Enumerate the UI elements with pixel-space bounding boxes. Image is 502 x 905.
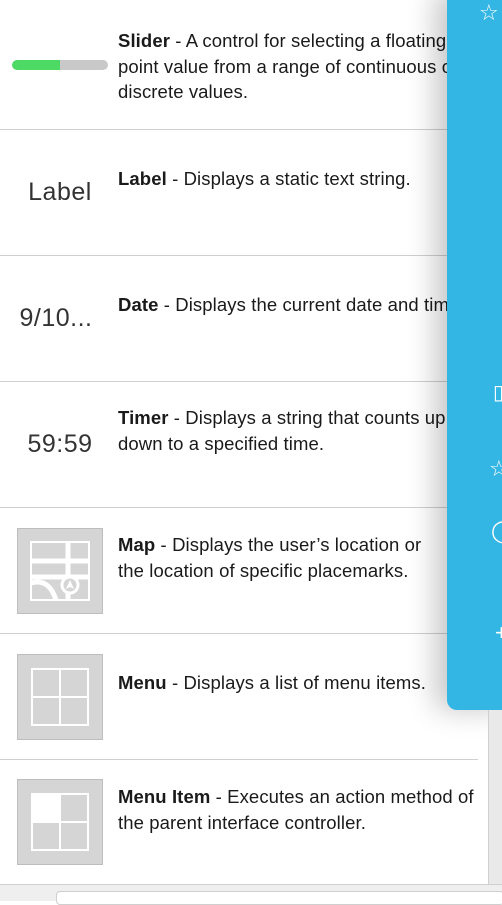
item-title: Menu Item xyxy=(118,786,211,807)
side-panel[interactable]: ☆ ▯ ☆ ◯ + xyxy=(447,0,502,710)
item-summary: Displays a static text string. xyxy=(183,168,411,189)
item-description: Menu - Displays a list of menu items. xyxy=(118,672,427,693)
item-title: Timer xyxy=(118,407,169,428)
list-item-slider[interactable]: Slider - A control for selecting a float… xyxy=(0,0,478,130)
list-item-menu-item[interactable]: Menu Item - Executes an action method of… xyxy=(0,760,478,884)
list-item-timer[interactable]: 59:59 Timer - Displays a string that cou… xyxy=(0,382,478,508)
menu-item-grid xyxy=(31,793,89,851)
slider-fill xyxy=(12,59,60,70)
list-item-label[interactable]: Label Label - Displays a static text str… xyxy=(0,130,478,256)
tag-icon[interactable]: ▯ xyxy=(493,382,502,404)
menu-item-icon xyxy=(17,779,103,865)
item-title: Slider xyxy=(118,30,171,51)
map-icon xyxy=(17,527,103,614)
item-description: Label - Displays a static text string. xyxy=(118,168,411,189)
menu-item-thumbnail xyxy=(8,760,112,884)
window-edge xyxy=(488,710,502,884)
list-item-menu[interactable]: Menu - Displays a list of menu items. xyxy=(0,634,478,760)
star-icon[interactable]: ☆ xyxy=(479,2,499,24)
item-summary: Displays the current date and time. xyxy=(175,294,465,315)
item-title: Label xyxy=(118,168,167,189)
menu-icon xyxy=(17,653,103,740)
filter-field[interactable] xyxy=(56,891,502,905)
map-thumbnail xyxy=(8,508,112,633)
object-library-list: Slider - A control for selecting a float… xyxy=(0,0,478,884)
date-thumbnail: 9/10... xyxy=(19,304,93,332)
star-outline-icon[interactable]: ☆ xyxy=(489,458,502,480)
map-glyph-icon xyxy=(30,540,90,601)
menu-thumbnail xyxy=(8,634,112,759)
item-description: Map - Displays the user’s location or th… xyxy=(118,534,422,581)
item-title: Menu xyxy=(118,672,167,693)
item-description: Slider - A control for selecting a float… xyxy=(118,30,459,102)
info-icon[interactable]: ◯ xyxy=(491,520,502,542)
slider-track xyxy=(12,59,108,70)
timer-thumbnail: 59:59 xyxy=(27,430,93,458)
label-thumbnail: Label xyxy=(28,178,92,206)
item-title: Map xyxy=(118,534,156,555)
item-description: Menu Item - Executes an action method of… xyxy=(118,786,474,833)
menu-grid xyxy=(31,667,89,726)
item-description: Timer - Displays a string that counts up… xyxy=(118,407,468,454)
list-item-map[interactable]: Map - Displays the user’s location or th… xyxy=(0,508,478,634)
add-icon[interactable]: + xyxy=(495,622,502,644)
item-description: Date - Displays the current date and tim… xyxy=(118,294,465,315)
list-item-date[interactable]: 9/10... Date - Displays the current date… xyxy=(0,256,478,382)
item-title: Date xyxy=(118,294,159,315)
item-summary: Displays a list of menu items. xyxy=(183,672,427,693)
slider-thumbnail xyxy=(8,0,112,129)
